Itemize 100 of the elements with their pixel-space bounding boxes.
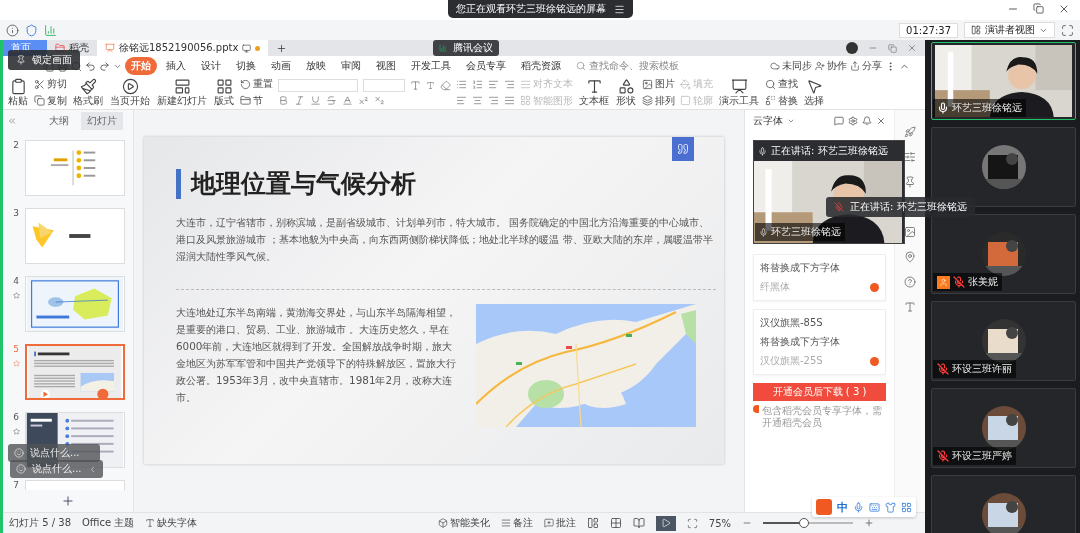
missing-fonts-button[interactable]: 缺失字体 xyxy=(145,516,198,530)
menu-action-button[interactable]: 分享 xyxy=(850,59,882,73)
chat-icon[interactable] xyxy=(834,116,844,126)
ribbon-button[interactable]: 文本框 xyxy=(578,76,610,109)
menu-tab[interactable]: 放映 xyxy=(300,57,332,75)
chat-prompt-tooltip[interactable]: 说点什么... xyxy=(8,444,100,462)
outdent-icon[interactable] xyxy=(504,79,515,91)
redo-icon[interactable] xyxy=(99,60,110,72)
menu-action-button[interactable]: 未同步 xyxy=(770,59,812,73)
menu-tab[interactable]: 视图 xyxy=(370,57,402,75)
ribbon-button[interactable]: 重置 xyxy=(240,78,273,91)
ime-logo-icon[interactable] xyxy=(816,499,832,515)
document-tab[interactable]: 徐铭远1852190056.pptx xyxy=(97,40,269,56)
fit-icon[interactable] xyxy=(686,517,698,529)
beautify-button[interactable]: 智能美化 xyxy=(437,516,490,530)
collapse-panel-icon[interactable] xyxy=(7,116,17,126)
ime-mode[interactable]: 中 xyxy=(837,499,848,515)
menu-tab[interactable]: 切换 xyxy=(230,57,262,75)
bold-icon[interactable] xyxy=(278,95,289,107)
italic-icon[interactable] xyxy=(294,95,305,107)
help-icon[interactable] xyxy=(904,276,916,288)
clear-format-icon[interactable] xyxy=(440,79,451,91)
user-avatar-icon[interactable] xyxy=(846,42,858,54)
download-button[interactable]: 开通会员后下载 ( 3 ) xyxy=(753,383,886,401)
align-right-icon[interactable] xyxy=(488,94,499,106)
comments-button[interactable]: 批注 xyxy=(543,516,576,530)
ribbon-button[interactable]: 新建幻灯片 xyxy=(156,76,208,109)
slider-thumb[interactable] xyxy=(798,518,809,528)
notes-button[interactable]: 备注 xyxy=(500,516,533,530)
undo-icon[interactable] xyxy=(85,60,96,72)
skin-icon[interactable] xyxy=(885,501,896,513)
panel-tab[interactable]: 幻灯片 xyxy=(81,112,123,130)
location-icon[interactable] xyxy=(904,251,916,263)
ribbon-button[interactable]: 演示工具 xyxy=(718,76,760,109)
reading-view-icon[interactable] xyxy=(632,517,645,529)
ribbon-button[interactable]: 形状 xyxy=(615,76,637,109)
grid-icon[interactable] xyxy=(901,501,912,513)
shield-icon[interactable] xyxy=(25,23,38,37)
menu-icon[interactable] xyxy=(613,3,625,15)
menu-tab[interactable]: 设计 xyxy=(195,57,227,75)
font-size-field[interactable] xyxy=(363,78,405,92)
ribbon-button[interactable]: 格式刷 xyxy=(72,76,104,109)
font-name-field[interactable] xyxy=(278,78,358,92)
menu-tab[interactable]: 稻壳资源 xyxy=(515,57,567,75)
ribbon-button[interactable]: 节 xyxy=(240,94,273,107)
bullet-list-icon[interactable] xyxy=(456,79,467,91)
keyboard-icon[interactable] xyxy=(869,501,880,513)
view-mode-button[interactable]: 演讲者视图 xyxy=(964,22,1055,38)
ribbon-button[interactable]: 查找 xyxy=(765,78,798,91)
ribbon-button[interactable]: 剪切 xyxy=(34,78,67,91)
zoom-level[interactable]: 75% xyxy=(708,517,731,529)
menu-tab[interactable]: 插入 xyxy=(160,57,192,75)
close-icon[interactable] xyxy=(876,116,886,126)
underline-icon[interactable] xyxy=(310,95,321,107)
grow-font-icon[interactable] xyxy=(410,79,421,91)
new-tab-icon[interactable] xyxy=(276,42,288,54)
signal-icon[interactable] xyxy=(44,23,57,37)
chat-prompt-tooltip[interactable]: 说点什么... xyxy=(10,460,103,478)
menu-tab[interactable]: 开发工具 xyxy=(405,57,457,75)
strikethrough-icon[interactable] xyxy=(326,95,337,107)
command-search-field[interactable]: 查找命令、搜索模板 xyxy=(576,59,679,73)
play-button[interactable] xyxy=(655,515,676,531)
ribbon-button[interactable]: 当页开始 xyxy=(109,76,151,109)
align-left-icon[interactable] xyxy=(456,94,467,106)
mic-icon[interactable] xyxy=(853,501,864,513)
menu-tab[interactable]: 会员专享 xyxy=(460,57,512,75)
ribbon-button[interactable]: 复制 xyxy=(34,94,67,107)
info-icon[interactable] xyxy=(6,23,19,37)
ribbon-button[interactable]: 替换 xyxy=(765,94,798,107)
rocket-icon[interactable] xyxy=(904,126,916,138)
shrink-font-icon[interactable] xyxy=(426,80,435,90)
restore-icon[interactable] xyxy=(1033,3,1044,14)
ribbon-button[interactable]: 排列 xyxy=(642,94,675,107)
normal-view-icon[interactable] xyxy=(586,517,599,529)
menu-action-button[interactable]: 协作 xyxy=(815,59,847,73)
sliders-icon[interactable] xyxy=(904,151,916,163)
subscript-icon[interactable] xyxy=(374,95,385,107)
font-color-icon[interactable] xyxy=(342,95,353,107)
slide-thumbnail[interactable] xyxy=(25,344,125,400)
menu-tab[interactable]: 审阅 xyxy=(335,57,367,75)
panel-tab[interactable]: 大纲 xyxy=(43,112,75,130)
pin-icon[interactable] xyxy=(904,176,916,188)
menu-tab[interactable]: 动画 xyxy=(265,57,297,75)
lock-screen-tooltip[interactable]: 锁定画面 xyxy=(8,50,80,70)
add-slide-icon[interactable] xyxy=(61,494,75,508)
meeting-pill[interactable]: 腾讯会议 xyxy=(433,40,499,56)
ribbon-button[interactable]: 选择 xyxy=(803,76,825,109)
numbered-list-icon[interactable] xyxy=(472,79,483,91)
bell-icon[interactable] xyxy=(862,116,872,126)
superscript-icon[interactable] xyxy=(358,95,369,107)
close-icon[interactable] xyxy=(1058,3,1070,15)
fullscreen-icon[interactable] xyxy=(1061,23,1074,37)
indent-icon[interactable] xyxy=(488,79,499,91)
ribbon-button[interactable]: 版式 xyxy=(213,76,235,109)
justify-icon[interactable] xyxy=(504,94,515,106)
restore-icon[interactable] xyxy=(888,43,897,53)
ribbon-button[interactable]: 粘贴 xyxy=(7,76,29,109)
sorter-view-icon[interactable] xyxy=(609,517,622,529)
settings-icon[interactable] xyxy=(848,116,858,126)
font-icon[interactable] xyxy=(904,301,916,313)
